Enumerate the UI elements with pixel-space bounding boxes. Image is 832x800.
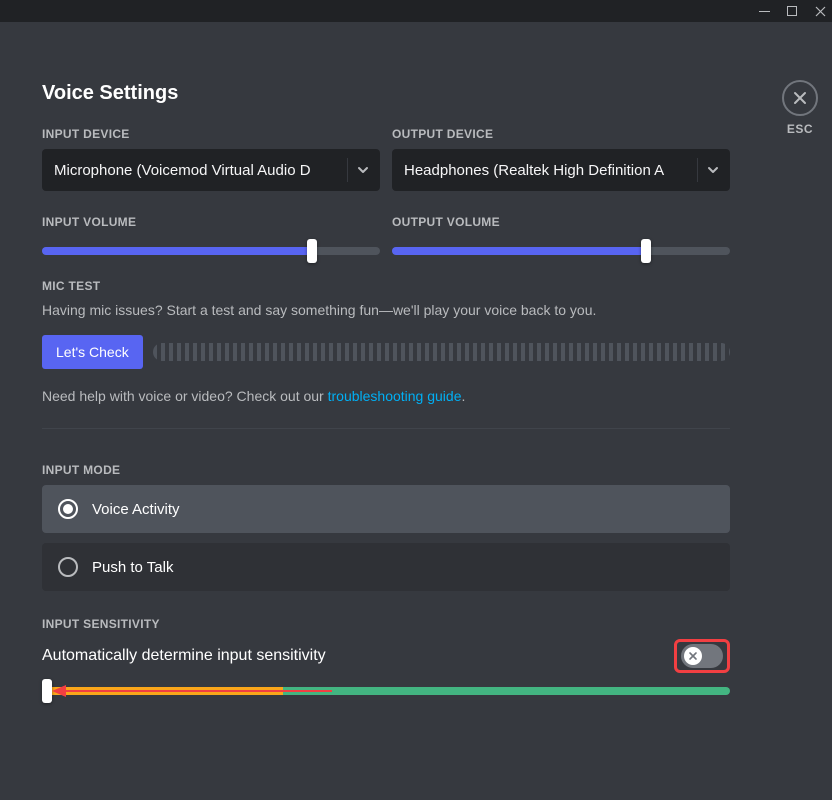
slider-fill xyxy=(42,247,312,255)
window-maximize-icon[interactable] xyxy=(786,5,798,17)
output-device-value: Headphones (Realtek High Definition A xyxy=(404,162,691,179)
select-separator xyxy=(347,158,348,182)
mic-test-help: Having mic issues? Start a test and say … xyxy=(42,301,730,321)
input-volume-slider[interactable] xyxy=(42,247,380,255)
input-sensitivity-slider[interactable] xyxy=(42,687,730,695)
troubleshooting-link[interactable]: troubleshooting guide xyxy=(328,388,462,404)
window-titlebar xyxy=(0,0,832,22)
mic-test-label: MIC TEST xyxy=(42,279,730,293)
mic-test-button[interactable]: Let's Check xyxy=(42,335,143,369)
auto-sensitivity-label: Automatically determine input sensitivit… xyxy=(42,647,326,665)
divider xyxy=(42,428,730,429)
toggle-off-icon xyxy=(688,651,698,661)
slider-fill xyxy=(392,247,646,255)
radio-icon xyxy=(58,499,78,519)
input-mode-voice-activity[interactable]: Voice Activity xyxy=(42,485,730,533)
close-settings-button[interactable] xyxy=(782,80,818,116)
output-volume-label: OUTPUT VOLUME xyxy=(392,215,730,229)
input-sensitivity-label: INPUT SENSITIVITY xyxy=(42,617,730,631)
radio-icon xyxy=(58,557,78,577)
close-icon xyxy=(792,90,808,106)
select-separator xyxy=(697,158,698,182)
sensitivity-thumb[interactable] xyxy=(42,679,52,703)
radio-label: Voice Activity xyxy=(92,501,180,518)
esc-label: ESC xyxy=(787,122,813,136)
output-device-label: OUTPUT DEVICE xyxy=(392,127,730,141)
slider-thumb[interactable] xyxy=(641,239,651,263)
sensitivity-low-zone xyxy=(42,687,283,695)
input-mode-push-to-talk[interactable]: Push to Talk xyxy=(42,543,730,591)
output-device-select[interactable]: Headphones (Realtek High Definition A xyxy=(392,149,730,191)
annotation-highlight xyxy=(674,639,730,673)
input-mode-label: INPUT MODE xyxy=(42,463,730,477)
chevron-down-icon xyxy=(356,163,370,177)
output-volume-slider[interactable] xyxy=(392,247,730,255)
troubleshoot-prefix: Need help with voice or video? Check out… xyxy=(42,388,328,404)
input-device-label: INPUT DEVICE xyxy=(42,127,380,141)
troubleshoot-suffix: . xyxy=(462,388,466,404)
mic-test-meter xyxy=(153,343,730,361)
input-volume-label: INPUT VOLUME xyxy=(42,215,380,229)
page-title: Voice Settings xyxy=(42,82,790,105)
radio-label: Push to Talk xyxy=(92,559,173,576)
auto-sensitivity-toggle[interactable] xyxy=(681,644,723,668)
toggle-knob xyxy=(684,647,702,665)
input-device-value: Microphone (Voicemod Virtual Audio D xyxy=(54,162,341,179)
chevron-down-icon xyxy=(706,163,720,177)
input-device-select[interactable]: Microphone (Voicemod Virtual Audio D xyxy=(42,149,380,191)
window-close-icon[interactable] xyxy=(814,5,826,17)
window-minimize-icon[interactable] xyxy=(758,5,770,17)
troubleshoot-text: Need help with voice or video? Check out… xyxy=(42,387,730,407)
slider-thumb[interactable] xyxy=(307,239,317,263)
